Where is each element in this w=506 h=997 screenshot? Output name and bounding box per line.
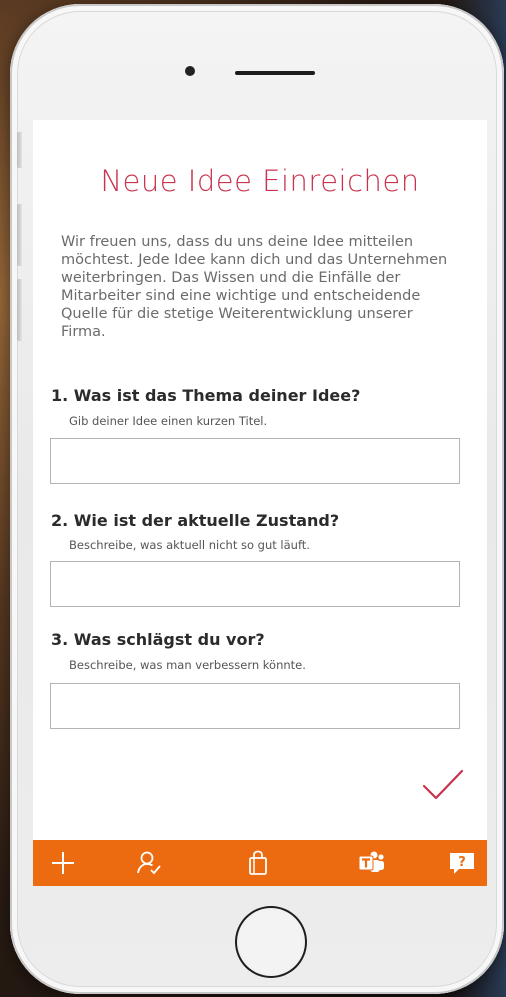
app-screen: Neue Idee Einreichen Wir freuen uns, das…: [33, 120, 487, 886]
front-camera: [185, 66, 195, 76]
help-icon[interactable]: ?: [446, 848, 478, 878]
proposal-input[interactable]: [50, 683, 460, 729]
shopping-bag-icon[interactable]: [242, 848, 274, 878]
page-title: Neue Idee Einreichen: [100, 164, 420, 198]
mute-switch: [17, 132, 22, 168]
user-check-icon[interactable]: [133, 848, 165, 878]
question-2-label: 2. Wie ist der aktuelle Zustand?: [51, 511, 340, 530]
intro-text: Wir freuen uns, dass du uns deine Idee m…: [61, 234, 448, 340]
question-1-hint: Gib deiner Idee einen kurzen Titel.: [69, 414, 268, 428]
checkmark-icon[interactable]: [421, 768, 465, 802]
home-button[interactable]: [235, 906, 307, 978]
help-icon-label: ?: [458, 855, 466, 870]
plus-icon[interactable]: [47, 848, 79, 878]
volume-up-button: [17, 204, 22, 266]
question-3-label: 3. Was schlägst du vor?: [51, 630, 265, 649]
earpiece-speaker: [235, 71, 315, 75]
topic-input[interactable]: [50, 438, 460, 484]
question-2-hint: Beschreibe, was aktuell nicht so gut läu…: [69, 538, 310, 552]
teams-icon[interactable]: [355, 848, 387, 878]
question-1-label: 1. Was ist das Thema deiner Idee?: [51, 386, 361, 405]
bottom-navbar: ?: [33, 840, 487, 886]
question-3-hint: Beschreibe, was man verbessern könnte.: [69, 658, 306, 672]
current-state-input[interactable]: [50, 561, 460, 607]
volume-down-button: [17, 279, 22, 341]
